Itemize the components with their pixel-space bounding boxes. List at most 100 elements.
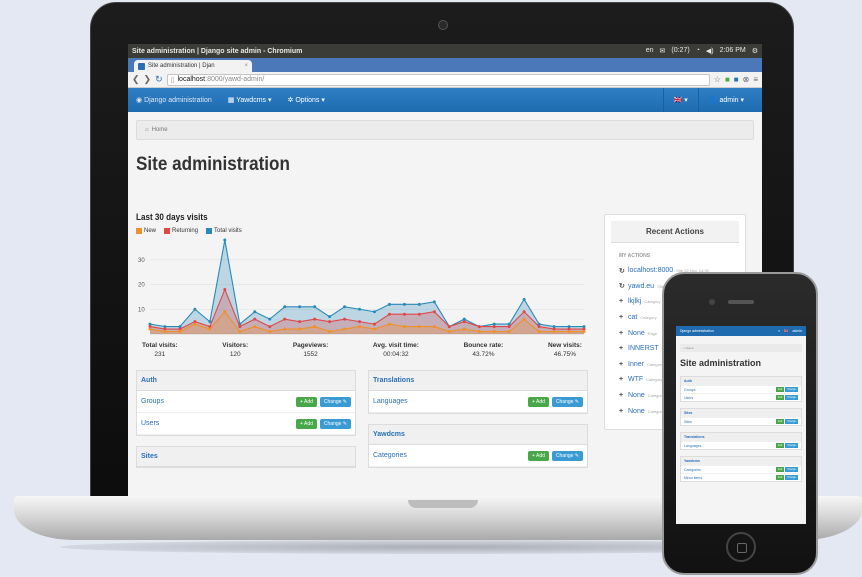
forward-arrow-icon[interactable]: ❯ — [144, 74, 152, 85]
reload-icon[interactable]: ↻ — [155, 74, 163, 85]
change-icon: ↻ — [619, 283, 625, 291]
model-link[interactable]: Categories — [373, 452, 528, 459]
visits-chart: 10 20 30 — [138, 238, 586, 335]
app-panel: Yawdcms Categories + Add Change ✎ — [368, 424, 588, 468]
change-button[interactable]: Change ✎ — [319, 396, 351, 407]
phone-model-link[interactable]: Groups — [684, 388, 776, 392]
phone-app-name[interactable]: Auth — [681, 377, 801, 385]
app-name[interactable]: Translations — [369, 371, 587, 391]
flag-icon: 🇬🇧 — [673, 97, 683, 104]
settings-icon[interactable]: ⊗ — [743, 75, 750, 84]
mail-icon[interactable]: ✉ — [660, 47, 666, 55]
change-button[interactable]: Change ✎ — [551, 396, 583, 407]
action-object: localhost:8000 — [628, 267, 674, 275]
extension-icon-2[interactable]: ■ — [734, 75, 739, 84]
app-panel: Auth Groups + Add Change ✎ Users + Add Change … — [136, 370, 356, 436]
browser-tab[interactable]: Site administration | Djan × — [134, 60, 252, 72]
close-icon[interactable]: × — [244, 63, 248, 69]
edit-icon: ✎ — [573, 398, 579, 405]
volume-icon[interactable]: ◀) — [706, 47, 714, 55]
stat-label: Bounce rate: — [463, 342, 504, 349]
phone-model-link[interactable]: Users — [684, 396, 776, 400]
action-object: WTF — [628, 376, 644, 384]
phone-flag-icon[interactable]: 🇬🇧 — [784, 329, 788, 333]
stat-value: 43.72% — [472, 351, 495, 358]
clock[interactable]: 2:06 PM — [720, 47, 746, 55]
model-row: Categories + Add Change ✎ — [369, 445, 587, 467]
phone-model-row: Users Add Change — [681, 393, 801, 401]
phone-add-button[interactable]: Add — [775, 395, 785, 400]
phone-breadcrumb-home[interactable]: Home — [686, 346, 694, 350]
phone-change-button[interactable]: Change — [785, 387, 798, 392]
add-button[interactable]: + Add — [527, 450, 549, 461]
phone-home-button[interactable] — [726, 532, 756, 562]
phone-brand[interactable]: Django administration — [680, 329, 774, 333]
phone-app-name[interactable]: Sites — [681, 409, 801, 417]
wifi-icon[interactable]: ◔ — [696, 47, 700, 55]
stat-2: Pageviews: 1552 — [293, 342, 328, 358]
phone-change-button[interactable]: Change — [785, 419, 798, 424]
phone-user[interactable]: admin — [792, 329, 802, 333]
data-point — [238, 325, 242, 329]
address-bar[interactable]: ▯ localhost :8000/yawd-admin/ — [166, 73, 710, 86]
phone-change-button[interactable]: Change — [785, 475, 798, 480]
phone-menu-icon[interactable]: ≡ — [778, 329, 780, 333]
data-point — [432, 325, 436, 329]
back-arrow-icon[interactable]: ❮ — [132, 74, 140, 85]
add-button[interactable]: + Add — [295, 418, 317, 429]
gear-icon[interactable]: ⚙ — [752, 47, 758, 55]
keyboard-layout[interactable]: en — [646, 47, 654, 55]
change-button[interactable]: Change ✎ — [551, 450, 583, 461]
legend-item-new: New — [136, 228, 156, 234]
phone-model-link[interactable]: Languages — [684, 444, 776, 448]
data-point — [567, 330, 571, 334]
user-label: admin — [719, 96, 739, 104]
phone-model-link[interactable]: Sites — [684, 420, 776, 424]
breadcrumb: ⌂ Home — [136, 120, 754, 140]
stat-label: Visitors: — [222, 342, 249, 349]
phone-model-link[interactable]: Categories — [684, 468, 776, 472]
phone-add-button[interactable]: Add — [775, 475, 785, 480]
phone-app-name[interactable]: Yawdcms — [681, 457, 801, 465]
action-object: yawd.eu — [628, 282, 655, 290]
phone-breadcrumb: ⌂ Home — [680, 344, 802, 352]
add-icon: + — [619, 298, 624, 306]
data-point — [387, 322, 391, 326]
model-link[interactable]: Users — [141, 420, 296, 427]
battery-status[interactable]: (0:27) — [671, 47, 689, 55]
phone-add-button[interactable]: Add — [775, 467, 785, 472]
model-link[interactable]: Languages — [373, 398, 528, 405]
phone-change-button[interactable]: Change — [785, 395, 798, 400]
data-point — [358, 320, 362, 324]
add-button[interactable]: + Add — [295, 396, 317, 407]
phone-change-button[interactable]: Change — [785, 443, 798, 448]
phone-model-link[interactable]: Menu items — [684, 476, 776, 480]
menu-yawdcms[interactable]: ▦ Yawdcms ▾ — [228, 96, 272, 104]
legend-label-returning: Returning — [172, 228, 199, 234]
phone-add-button[interactable]: Add — [775, 387, 785, 392]
language-selector[interactable]: 🇬🇧 ▾ — [662, 88, 698, 112]
menu-options-label: Options — [295, 97, 320, 104]
grid-icon: ▦ — [227, 97, 237, 104]
add-button[interactable]: + Add — [527, 396, 549, 407]
star-icon[interactable]: ☆ — [714, 75, 721, 84]
app-name[interactable]: Sites — [137, 447, 355, 467]
phone-app-name[interactable]: Translations — [681, 433, 801, 441]
app-name[interactable]: Yawdcms — [369, 425, 587, 445]
phone-change-button[interactable]: Change — [785, 467, 798, 472]
url-path: :8000/yawd-admin/ — [205, 76, 265, 83]
menu-icon[interactable]: ≡ — [753, 75, 758, 84]
add-icon: + — [619, 314, 624, 322]
phone-add-button[interactable]: Add — [775, 419, 785, 424]
app-name[interactable]: Auth — [137, 371, 355, 391]
breadcrumb-home[interactable]: Home — [152, 127, 168, 133]
legend-item-total: Total visits — [206, 228, 242, 234]
brand-link[interactable]: ◉ Django administration — [136, 96, 212, 104]
change-button[interactable]: Change ✎ — [319, 418, 351, 429]
app-column-right: Translations Languages + Add Change ✎ Yawdcm… — [368, 370, 588, 478]
extension-icon[interactable]: ■ — [725, 75, 730, 84]
phone-add-button[interactable]: Add — [775, 443, 785, 448]
menu-options[interactable]: ✲ Options ▾ — [288, 96, 325, 104]
user-menu[interactable]: 👤 admin ▾ — [697, 88, 754, 112]
model-link[interactable]: Groups — [141, 398, 296, 405]
